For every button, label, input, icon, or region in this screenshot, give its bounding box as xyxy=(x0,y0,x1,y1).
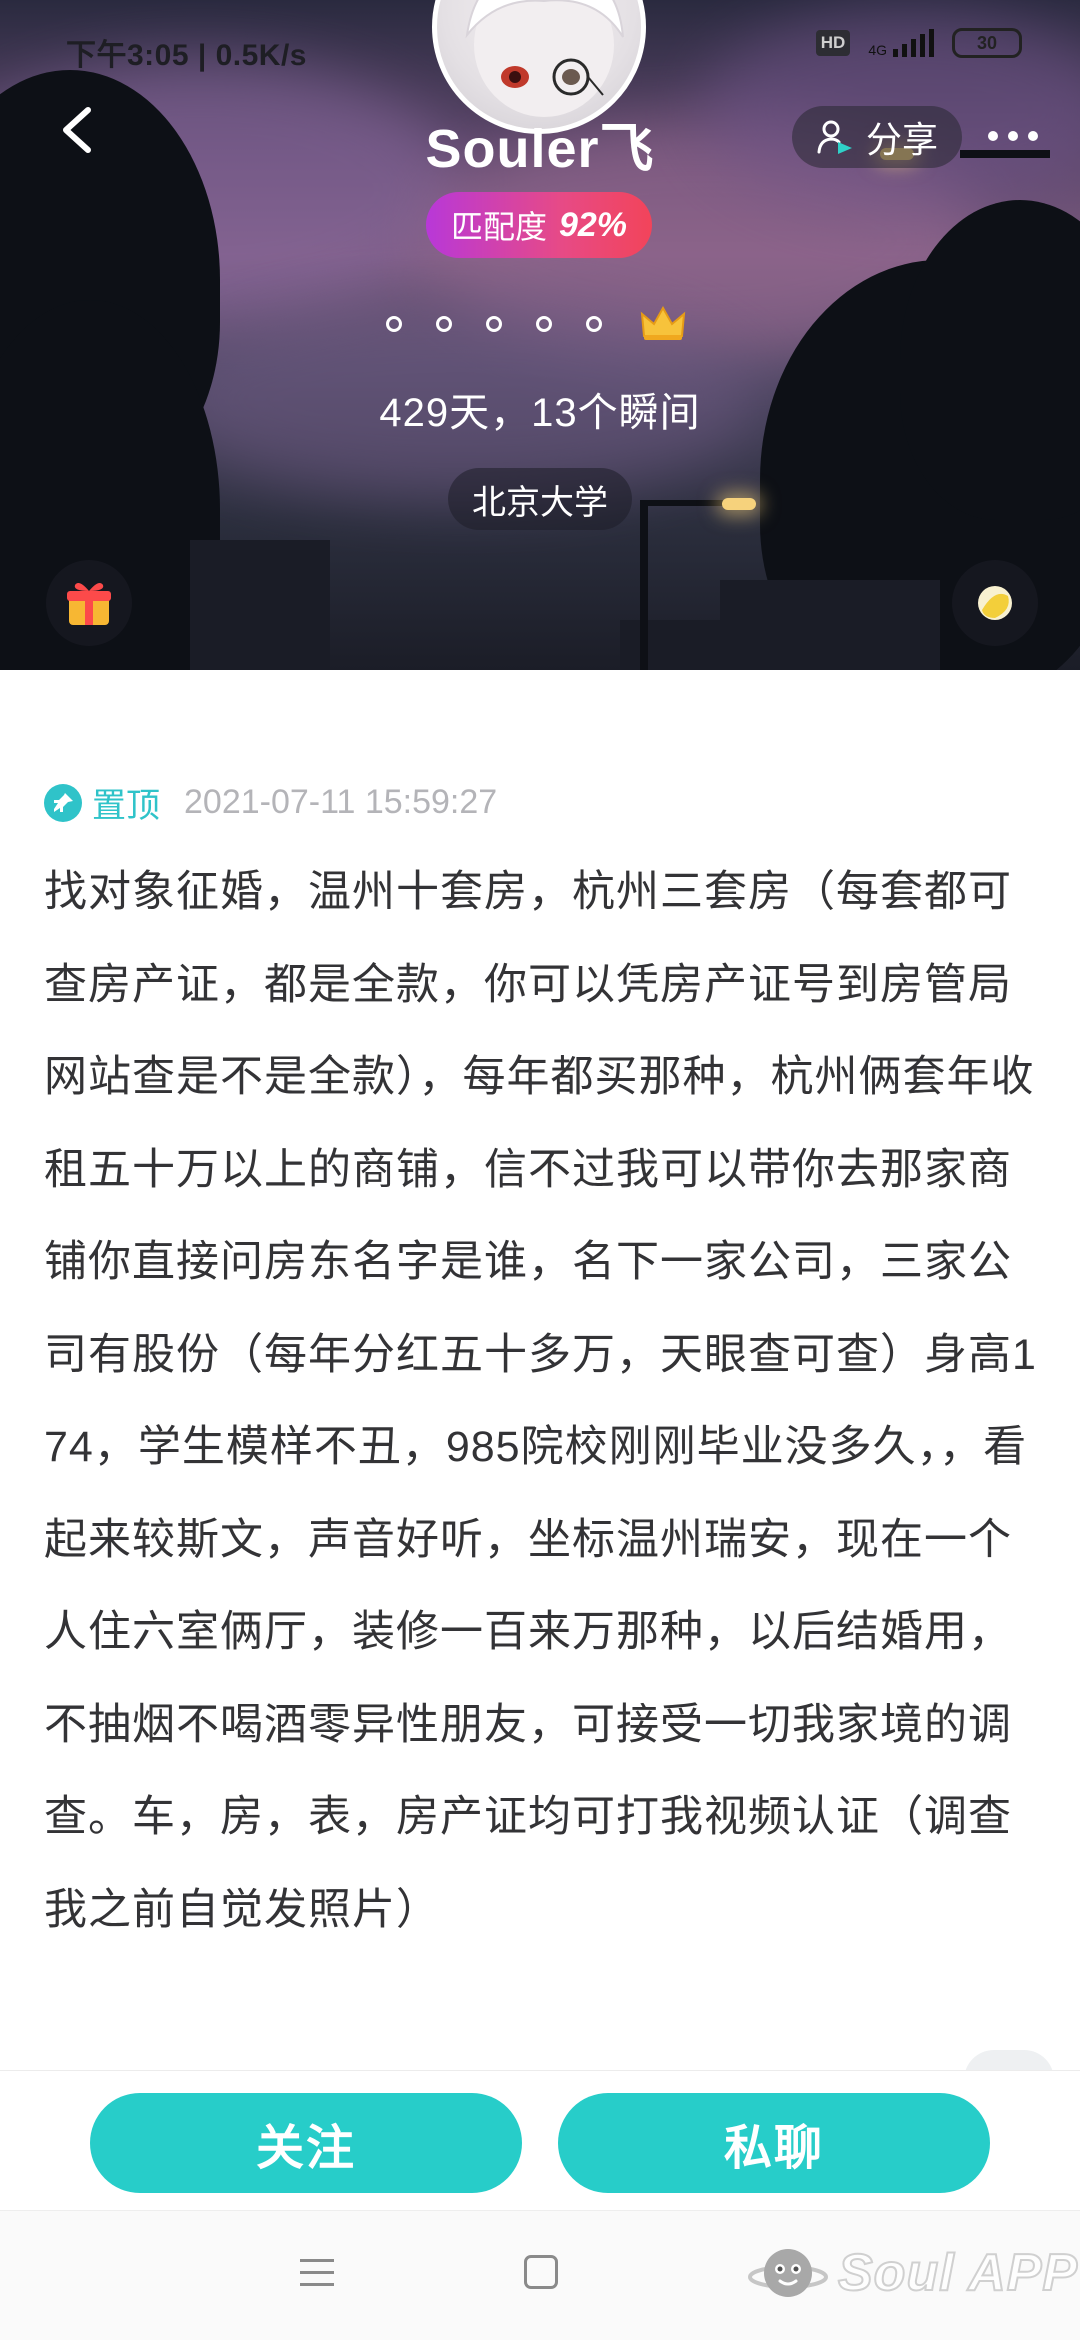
days-moments-text: 429天，13个瞬间 xyxy=(379,391,701,435)
watermark-text: Soul APP xyxy=(837,2243,1079,2303)
building-silhouette xyxy=(620,620,740,670)
share-button[interactable]: 分享 xyxy=(792,106,962,168)
gift-button[interactable] xyxy=(46,560,132,646)
network-type: 4G xyxy=(868,42,887,58)
street-light-lamp xyxy=(722,498,756,510)
planet-icon xyxy=(978,586,1012,620)
menu-icon[interactable] xyxy=(300,2259,334,2289)
gift-icon xyxy=(67,583,111,625)
planet-button[interactable] xyxy=(952,560,1038,646)
pin-icon xyxy=(44,783,82,822)
level-dot xyxy=(586,316,602,332)
follow-button[interactable]: 关注 xyxy=(90,2093,522,2193)
street-light-arm xyxy=(640,500,730,506)
planet-mascot-icon xyxy=(748,2249,828,2297)
soul-app-watermark: Soul APP xyxy=(748,2233,1078,2313)
level-dot xyxy=(436,316,452,332)
match-label: 匹配度 xyxy=(450,209,547,245)
status-time-speed: 下午3:05 | 0.5K/s xyxy=(66,39,307,72)
battery-icon: 30 xyxy=(952,28,1022,58)
building-silhouette xyxy=(720,580,940,670)
level-dot xyxy=(386,316,402,332)
private-chat-button[interactable]: 私聊 xyxy=(558,2093,990,2193)
signal-strength-icon: 4G xyxy=(868,29,934,57)
school-tag[interactable]: 北京大学 xyxy=(448,468,632,530)
profile-screen: 下午3:05 | 0.5K/s HD 4G 30 Souler飞 分享 匹配度 … xyxy=(0,0,1080,2340)
hd-indicator: HD xyxy=(815,30,851,56)
system-navigation-bar: Soul APP xyxy=(0,2210,1080,2340)
building-silhouette xyxy=(190,540,330,670)
level-dot xyxy=(536,316,552,332)
battery-level: 30 xyxy=(976,32,998,53)
status-indicators: HD 4G 30 xyxy=(815,28,1022,58)
action-bar: 关注 私聊 xyxy=(0,2070,1080,2210)
match-badge[interactable]: 匹配度 92% xyxy=(426,192,652,258)
person-share-icon xyxy=(817,120,852,154)
crown-icon xyxy=(640,306,686,340)
share-label: 分享 xyxy=(865,119,938,160)
level-indicator[interactable] xyxy=(386,306,686,342)
post-timestamp: 2021-07-11 15:59:27 xyxy=(184,783,498,821)
more-dots-icon xyxy=(988,131,998,141)
post-meta: 置顶 2021-07-11 15:59:27 xyxy=(44,778,497,827)
home-square-icon[interactable] xyxy=(524,2255,558,2289)
match-percent: 92% xyxy=(558,205,628,244)
street-light-pole xyxy=(640,500,648,670)
post-content: 找对象征婚，温州十套房，杭州三套房（每套都可查房产证，都是全款，你可以凭房产证号… xyxy=(44,868,1037,1934)
more-button[interactable] xyxy=(988,118,1038,154)
level-dot xyxy=(486,316,502,332)
pinned-label: 置顶 xyxy=(92,787,160,825)
